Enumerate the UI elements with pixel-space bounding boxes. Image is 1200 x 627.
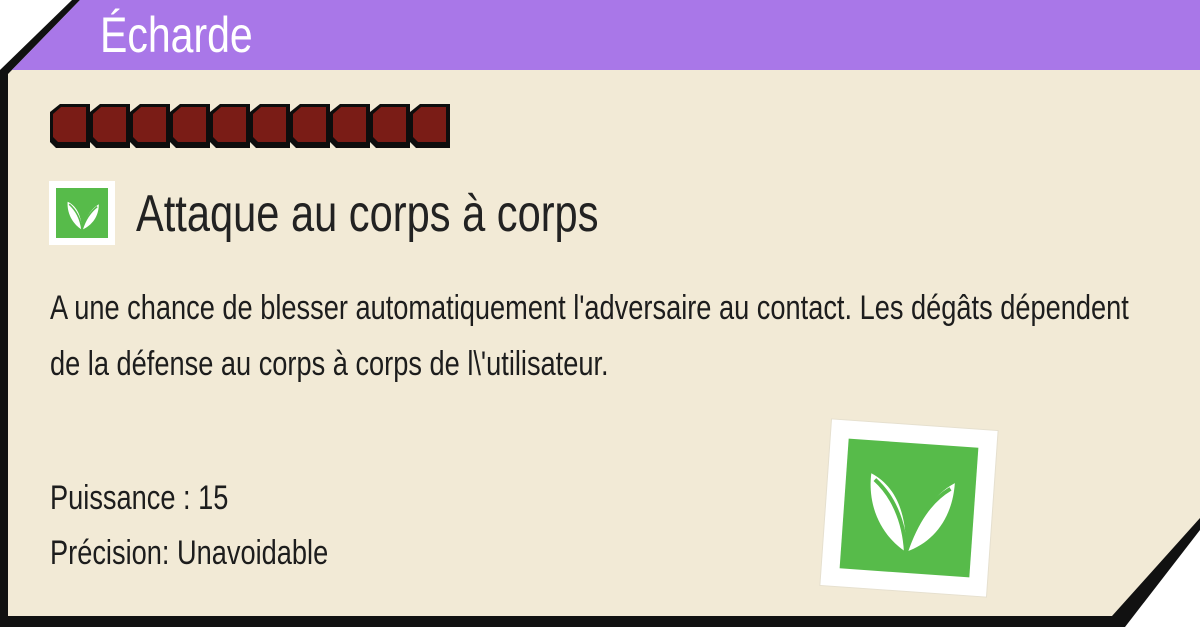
leaf-icon [67,201,99,231]
pp-pip [370,104,410,148]
pp-pip [410,104,450,148]
move-category: Attaque au corps à corps [136,185,599,243]
pp-pip [90,104,130,148]
move-name: Écharde [100,7,253,63]
pp-pip [290,104,330,148]
pp-pip [170,104,210,148]
pp-pip [50,104,90,148]
pp-pips [50,104,450,148]
grass-type-badge [820,419,998,597]
pp-pip [330,104,370,148]
accuracy-stat: Précision: Unavoidable [50,534,329,572]
grass-type-icon [49,181,115,245]
pp-pip [210,104,250,148]
large-leaf-icon [870,473,955,553]
pp-pip [250,104,290,148]
move-description: A une chance de blesser automatiquement … [50,289,1129,383]
pp-pip [130,104,170,148]
power-stat: Puissance : 15 [50,479,229,517]
